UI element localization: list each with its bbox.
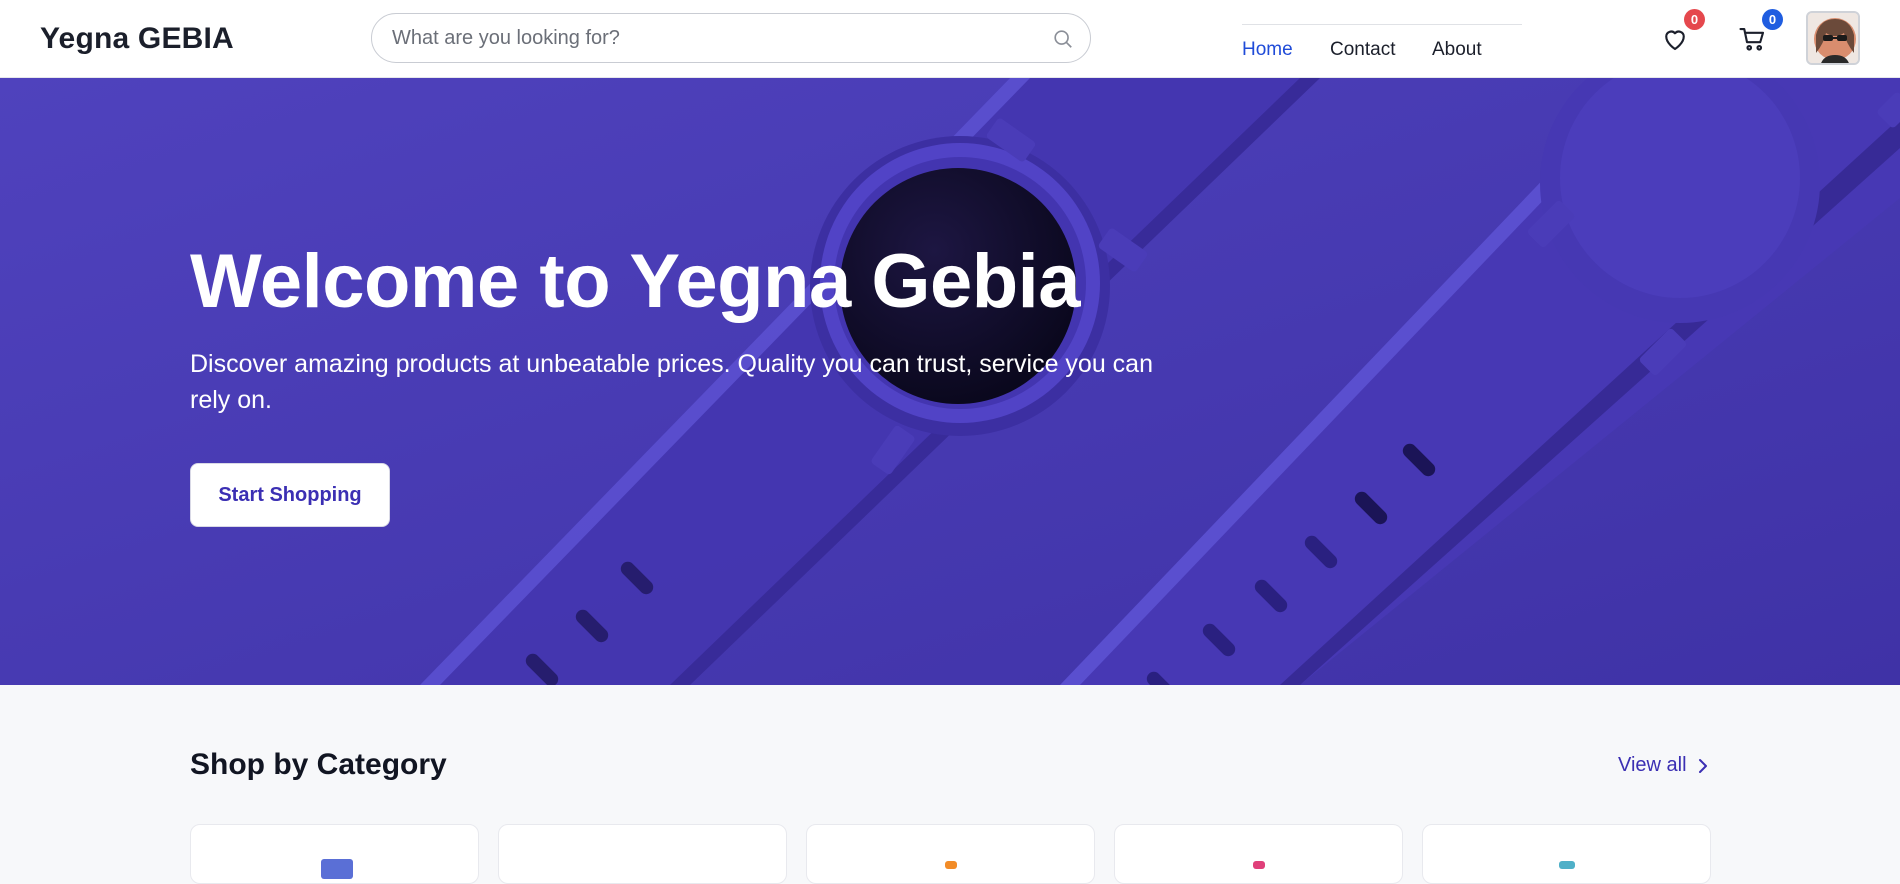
- category-icon: [945, 861, 957, 869]
- heart-icon[interactable]: [1660, 24, 1690, 54]
- cart-icon[interactable]: [1738, 24, 1768, 54]
- category-card[interactable]: [806, 824, 1095, 884]
- category-icon: [321, 859, 353, 879]
- main-nav: Home Contact About: [1242, 24, 1522, 64]
- category-card[interactable]: [1422, 824, 1711, 884]
- category-icon: [1253, 861, 1265, 869]
- view-all-label: View all: [1618, 754, 1687, 776]
- start-shopping-button[interactable]: Start Shopping: [190, 463, 390, 527]
- search-icon[interactable]: [1052, 28, 1074, 50]
- search-input[interactable]: [392, 14, 1032, 62]
- category-card[interactable]: [1114, 824, 1403, 884]
- top-header: Yegna GEBIA Home Contact About 0 0: [0, 0, 1900, 78]
- wishlist-count-badge: 0: [1684, 9, 1705, 30]
- hero-title: Welcome to Yegna Gebia: [190, 239, 1081, 324]
- nav-contact[interactable]: Contact: [1330, 39, 1395, 61]
- cart-count-badge: 0: [1762, 9, 1783, 30]
- brand-logo[interactable]: Yegna GEBIA: [40, 22, 234, 56]
- category-card[interactable]: [498, 824, 787, 884]
- section-title: Shop by Category: [190, 748, 447, 781]
- avatar[interactable]: [1806, 11, 1860, 65]
- hero-subtitle: Discover amazing products at unbeatable …: [190, 350, 1153, 414]
- category-cards: [190, 824, 1711, 884]
- chevron-right-icon: [1698, 758, 1707, 773]
- avatar-image: [1808, 13, 1858, 63]
- nav-home[interactable]: Home: [1242, 39, 1293, 61]
- view-all-link[interactable]: View all: [1618, 754, 1709, 777]
- category-icon: [629, 859, 661, 879]
- hero-banner: Welcome to Yegna Gebia Discover amazing …: [0, 78, 1900, 685]
- category-icon: [1559, 861, 1575, 869]
- nav-about[interactable]: About: [1432, 39, 1482, 61]
- search-box[interactable]: [371, 13, 1091, 63]
- category-card[interactable]: [190, 824, 479, 884]
